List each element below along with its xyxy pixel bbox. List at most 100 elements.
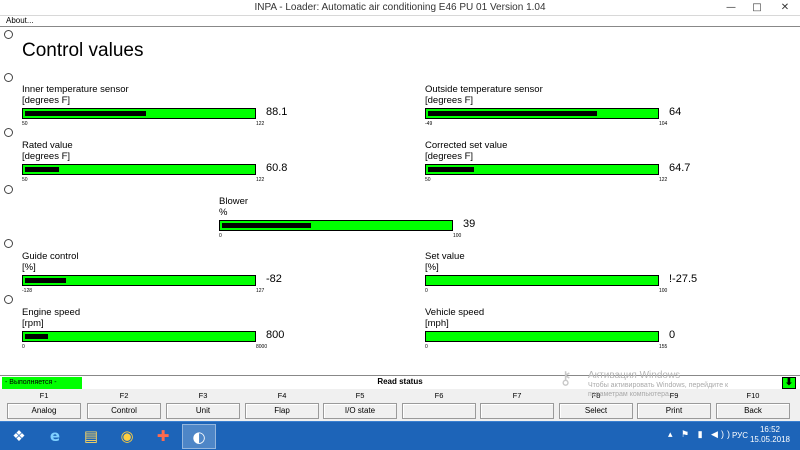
gauge-bar [425, 108, 659, 119]
gauge-value: 39 [463, 218, 476, 230]
language-indicator[interactable]: РУС [732, 431, 748, 440]
analog-button[interactable]: Analog [7, 403, 81, 419]
gauge-min: 50 [425, 177, 431, 183]
status-running: - Выполняется - [2, 377, 82, 389]
io-state-button[interactable]: I/O state [323, 403, 397, 419]
fkey-label: F4 [277, 391, 287, 400]
gauge-max: 127 [256, 288, 265, 294]
watermark-line-2: параметрам компьютера. [588, 391, 671, 398]
control-button[interactable]: Control [87, 403, 161, 419]
clock-date: 15.05.2018 [749, 435, 791, 444]
fkey-f6: F6 [402, 389, 476, 421]
file-explorer-icon[interactable]: ▤ [74, 424, 108, 449]
fkey-f2: F2 Control [87, 389, 161, 421]
close-button[interactable]: ✕ [770, 0, 800, 16]
app-icon[interactable]: ✚ [146, 424, 180, 449]
menu-bar: About... [0, 16, 800, 27]
select-button[interactable]: Select [559, 403, 633, 419]
fkey-f4: F4 Flap [245, 389, 319, 421]
gauge-value: 64 [669, 106, 682, 118]
gauge-bar [22, 275, 256, 286]
row-radio-3[interactable] [4, 128, 13, 137]
gauge-unit: [%] [22, 262, 36, 273]
row-radio-5[interactable] [4, 239, 13, 248]
gauge-max: 155 [659, 344, 668, 350]
gauge-bar [425, 275, 659, 286]
gauge-fill [428, 167, 474, 172]
clock[interactable]: 16:52 15.05.2018 [748, 425, 792, 445]
gauge-unit: % [219, 207, 228, 218]
f7-button[interactable] [480, 403, 554, 419]
fkey-label: F2 [119, 391, 129, 400]
gauge-max: 122 [256, 177, 265, 183]
fkey-label: F1 [39, 391, 49, 400]
f6-button[interactable] [402, 403, 476, 419]
gauge-name: Set value [425, 251, 465, 262]
row-radio-1[interactable] [4, 30, 13, 39]
gauge-value: 60.8 [266, 162, 288, 174]
system-tray-icons[interactable]: ▴ ⚑ ▮ ◀)) [668, 429, 733, 440]
fkey-f5: F5 I/O state [323, 389, 397, 421]
fkey-f7: F7 [480, 389, 554, 421]
gauge-bar [22, 108, 256, 119]
gauge-min: -128 [22, 288, 33, 294]
gauge-fill [25, 334, 48, 339]
gauge-min: 0 [425, 288, 428, 294]
watermark-line-1: Чтобы активировать Windows, перейдите к [588, 382, 729, 389]
gauge-value: 800 [266, 329, 285, 341]
gauge-max: 122 [659, 177, 668, 183]
page-title: Control values [22, 40, 144, 61]
menu-about[interactable]: About... [6, 16, 34, 25]
taskbar: ❖ e ▤ ◉ ✚ ◐ ▴ ⚑ ▮ ◀)) РУС 16:52 15.05.20… [0, 421, 800, 450]
bmw-inpa-icon[interactable]: ◐ [182, 424, 216, 449]
gauge-fill [428, 111, 597, 116]
gauge-unit: [degrees F] [425, 95, 474, 106]
gauge-max: 100 [659, 288, 668, 294]
status-read: Read status [377, 377, 423, 386]
gauge-name: Guide control [22, 251, 79, 262]
unit-button[interactable]: Unit [166, 403, 240, 419]
gauge-bar [22, 331, 256, 342]
gauge-value: !-27.5 [669, 273, 698, 285]
fkey-label: F7 [512, 391, 522, 400]
gauge-fill [25, 167, 59, 172]
gauge-corrected-set-value: Corrected set value [degrees F] 50 122 6… [425, 140, 690, 202]
start-button-icon[interactable]: ❖ [2, 424, 36, 449]
chrome-icon[interactable]: ◉ [110, 424, 144, 449]
gauge-unit: [degrees F] [22, 151, 71, 162]
gauge-value: 88.1 [266, 106, 288, 118]
main-content: Control values Inner temperature sensor … [0, 27, 800, 375]
gauge-inner-temperature: Inner temperature sensor [degrees F] 50 … [22, 84, 287, 146]
internet-explorer-icon[interactable]: e [38, 424, 72, 449]
gauge-set-value: Set value [%] 0 100 !-27.5 [425, 251, 697, 313]
print-button[interactable]: Print [637, 403, 711, 419]
gauge-bar [425, 331, 659, 342]
maximize-button[interactable]: □ [744, 0, 770, 16]
gauge-bar [219, 220, 453, 231]
gauge-min: 0 [425, 344, 428, 350]
gauge-name: Vehicle speed [425, 307, 485, 318]
row-radio-6[interactable] [4, 295, 13, 304]
gauge-min: -49 [425, 121, 433, 127]
gauge-max: 100 [453, 233, 462, 239]
gauge-value: 64.7 [669, 162, 691, 174]
back-button[interactable]: Back [716, 403, 790, 419]
gauge-fill [222, 223, 311, 228]
gauge-name: Rated value [22, 140, 73, 151]
minimize-button[interactable]: — [718, 0, 744, 16]
gauge-outside-temperature: Outside temperature sensor [degrees F] -… [425, 84, 681, 146]
row-radio-2[interactable] [4, 73, 13, 82]
fkey-label: F3 [198, 391, 208, 400]
gauge-min: 50 [22, 121, 28, 127]
activation-watermark: Активация Windows Чтобы активировать Win… [588, 371, 788, 399]
gauge-unit: [mph] [425, 318, 449, 329]
watermark-title: Активация Windows [588, 370, 681, 381]
gauge-value: -82 [266, 273, 282, 285]
gauge-min: 0 [219, 233, 222, 239]
clock-time: 16:52 [759, 425, 781, 434]
gauge-fill [25, 278, 66, 283]
key-icon: ⚷ [559, 368, 573, 388]
row-radio-4[interactable] [4, 185, 13, 194]
flap-button[interactable]: Flap [245, 403, 319, 419]
gauge-value: 0 [669, 329, 676, 341]
